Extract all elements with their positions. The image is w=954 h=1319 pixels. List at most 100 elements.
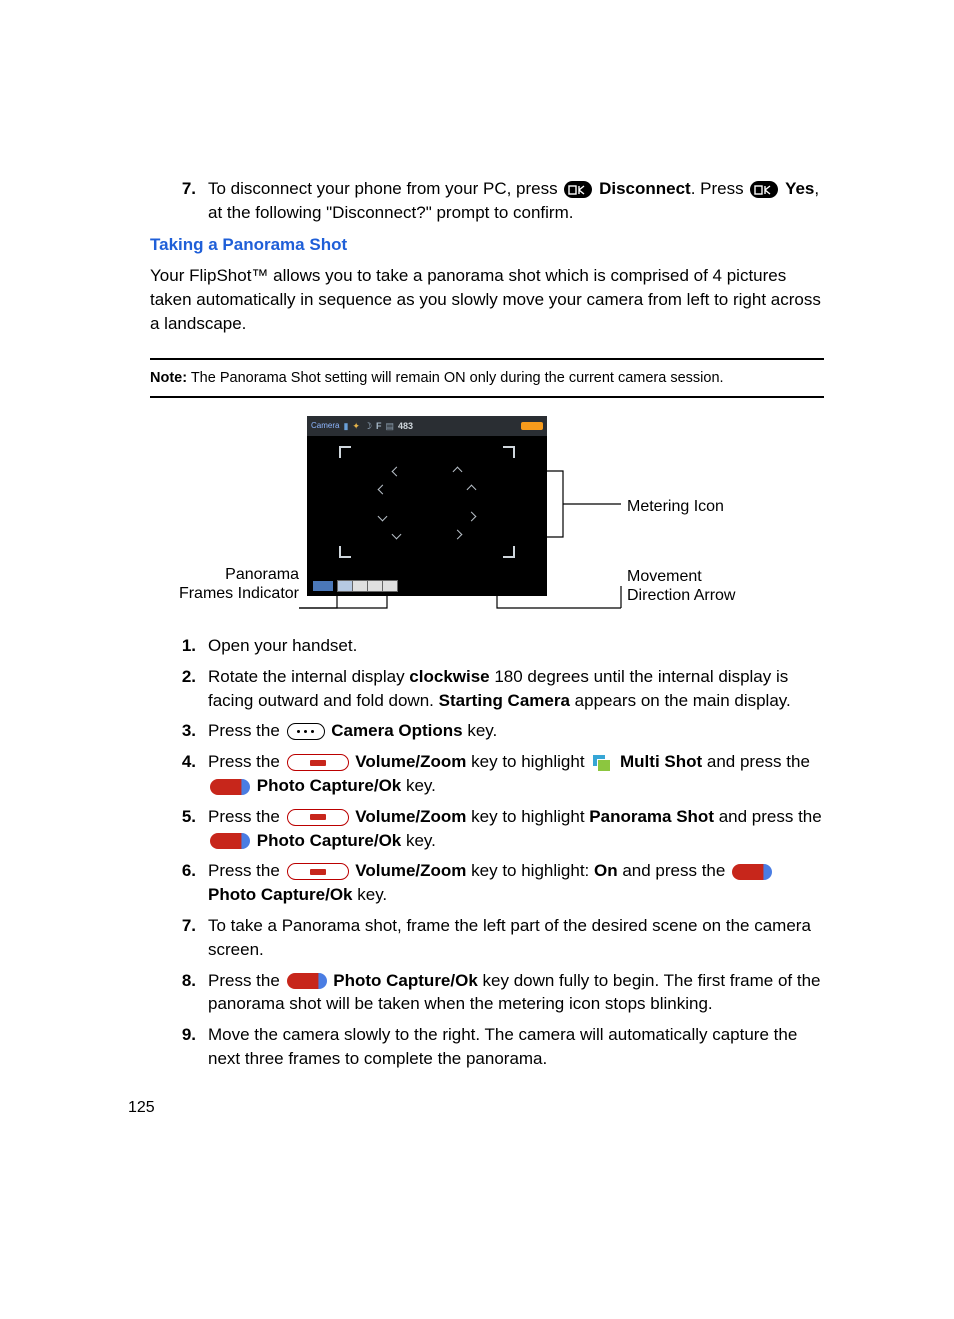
step-number: 6. bbox=[150, 859, 208, 907]
movement-label-2: Direction Arrow bbox=[627, 585, 735, 607]
steps-list: 1.Open your handset.2.Rotate the interna… bbox=[150, 634, 824, 1071]
battery-icon bbox=[521, 422, 543, 430]
step-number: 4. bbox=[150, 750, 208, 798]
phone-bottombar bbox=[307, 576, 547, 596]
step-item: 8.Press the Photo Capture/Ok key down fu… bbox=[150, 969, 824, 1017]
step-body: To disconnect your phone from your PC, p… bbox=[208, 177, 824, 225]
step-number: 3. bbox=[150, 719, 208, 743]
ok-icon bbox=[564, 181, 592, 198]
text: key to highlight: bbox=[466, 861, 594, 880]
step-item: 3.Press the Camera Options key. bbox=[150, 719, 824, 743]
text: Rotate the internal display bbox=[208, 667, 409, 686]
step-item: 1.Open your handset. bbox=[150, 634, 824, 658]
bold-text: Photo Capture/Ok bbox=[208, 885, 353, 904]
bold-text: Camera Options bbox=[331, 721, 462, 740]
manual-page: 7. To disconnect your phone from your PC… bbox=[0, 0, 954, 1319]
multishot-icon bbox=[592, 754, 612, 772]
bold-text: Photo Capture/Ok bbox=[333, 971, 478, 990]
text: Press the bbox=[208, 861, 285, 880]
photo-capture-key-icon bbox=[210, 779, 250, 795]
text: key. bbox=[353, 885, 388, 904]
text: Press the bbox=[208, 721, 285, 740]
step-body: Open your handset. bbox=[208, 634, 824, 658]
bold-text: Starting Camera bbox=[439, 691, 570, 710]
note-block: Note: The Panorama Shot setting will rem… bbox=[150, 358, 824, 398]
text: To disconnect your phone from your PC, p… bbox=[208, 179, 562, 198]
note-text: The Panorama Shot setting will remain ON… bbox=[187, 370, 724, 386]
page-number: 125 bbox=[128, 1097, 155, 1119]
bold-text: Multi Shot bbox=[620, 752, 702, 771]
text: Press the bbox=[208, 752, 285, 771]
bold-text: Volume/Zoom bbox=[355, 752, 466, 771]
text: Press the bbox=[208, 807, 285, 826]
step-item: 5.Press the Volume/Zoom key to highlight… bbox=[150, 805, 824, 853]
yes-label: Yes bbox=[785, 179, 814, 198]
panorama-diagram: Camera ▮ ✦ ☽ F ▤ 483 bbox=[177, 416, 797, 616]
step-number: 5. bbox=[150, 805, 208, 853]
frames-indicator bbox=[337, 580, 398, 592]
metering-marks bbox=[379, 468, 475, 538]
text: key. bbox=[401, 776, 436, 795]
step-body: Move the camera slowly to the right. The… bbox=[208, 1023, 824, 1071]
camera-mode-label: Camera bbox=[311, 420, 339, 431]
step-item: 4.Press the Volume/Zoom key to highlight… bbox=[150, 750, 824, 798]
bold-text: Panorama Shot bbox=[589, 807, 714, 826]
step-number: 1. bbox=[150, 634, 208, 658]
bold-text: clockwise bbox=[409, 667, 489, 686]
step-item: 2.Rotate the internal display clockwise … bbox=[150, 665, 824, 713]
ok-icon bbox=[750, 181, 778, 198]
bold-text: Volume/Zoom bbox=[355, 861, 466, 880]
photo-capture-key-icon bbox=[210, 833, 250, 849]
step-number: 9. bbox=[150, 1023, 208, 1071]
step-item: 7.To take a Panorama shot, frame the lef… bbox=[150, 914, 824, 962]
prev-step-7: 7. To disconnect your phone from your PC… bbox=[150, 177, 824, 225]
step-item: 6.Press the Volume/Zoom key to highlight… bbox=[150, 859, 824, 907]
photo-capture-key-icon bbox=[732, 864, 772, 880]
text: Open your handset. bbox=[208, 636, 357, 655]
panorama-frames-icon bbox=[313, 581, 333, 591]
text: and press the bbox=[702, 752, 810, 771]
volume-zoom-key-icon bbox=[287, 809, 349, 826]
text: . Press bbox=[691, 179, 749, 198]
disconnect-label: Disconnect bbox=[599, 179, 691, 198]
text: and press the bbox=[714, 807, 822, 826]
step-number: 7. bbox=[150, 914, 208, 962]
bold-text: On bbox=[594, 861, 618, 880]
panorama-label-2: Frames Indicator bbox=[177, 583, 299, 605]
step-number: 8. bbox=[150, 969, 208, 1017]
prev-step-list: 7. To disconnect your phone from your PC… bbox=[150, 177, 824, 225]
phone-topbar: Camera ▮ ✦ ☽ F ▤ 483 bbox=[307, 416, 547, 436]
bold-text: Volume/Zoom bbox=[355, 807, 466, 826]
text: Move the camera slowly to the right. The… bbox=[208, 1025, 797, 1068]
step-body: Press the Volume/Zoom key to highlight P… bbox=[208, 805, 824, 853]
volume-zoom-key-icon bbox=[287, 863, 349, 880]
step-body: Press the Volume/Zoom key to highlight: … bbox=[208, 859, 824, 907]
intro-paragraph: Your FlipShot™ allows you to take a pano… bbox=[150, 264, 824, 335]
text: and press the bbox=[618, 861, 730, 880]
photo-capture-key-icon bbox=[287, 973, 327, 989]
section-heading: Taking a Panorama Shot bbox=[150, 233, 824, 257]
step-number: 7. bbox=[150, 177, 208, 225]
text: key. bbox=[401, 831, 436, 850]
text: appears on the main display. bbox=[570, 691, 791, 710]
step-body: To take a Panorama shot, frame the left … bbox=[208, 914, 824, 962]
text: key to highlight bbox=[466, 807, 589, 826]
metering-label: Metering Icon bbox=[627, 496, 724, 518]
bold-text: Photo Capture/Ok bbox=[257, 831, 402, 850]
phone-screen: Camera ▮ ✦ ☽ F ▤ 483 bbox=[307, 416, 547, 596]
volume-zoom-key-icon bbox=[287, 754, 349, 771]
text: key. bbox=[463, 721, 498, 740]
step-body: Rotate the internal display clockwise 18… bbox=[208, 665, 824, 713]
text: To take a Panorama shot, frame the left … bbox=[208, 916, 811, 959]
options-key-icon bbox=[287, 723, 325, 740]
step-body: Press the Volume/Zoom key to highlight M… bbox=[208, 750, 824, 798]
step-item: 9.Move the camera slowly to the right. T… bbox=[150, 1023, 824, 1071]
text: key to highlight bbox=[466, 752, 589, 771]
bold-text: Photo Capture/Ok bbox=[257, 776, 402, 795]
step-body: Press the Camera Options key. bbox=[208, 719, 824, 743]
step-number: 2. bbox=[150, 665, 208, 713]
step-body: Press the Photo Capture/Ok key down full… bbox=[208, 969, 824, 1017]
text: Press the bbox=[208, 971, 285, 990]
note-label: Note: bbox=[150, 370, 187, 386]
frame-count: 483 bbox=[398, 420, 413, 433]
